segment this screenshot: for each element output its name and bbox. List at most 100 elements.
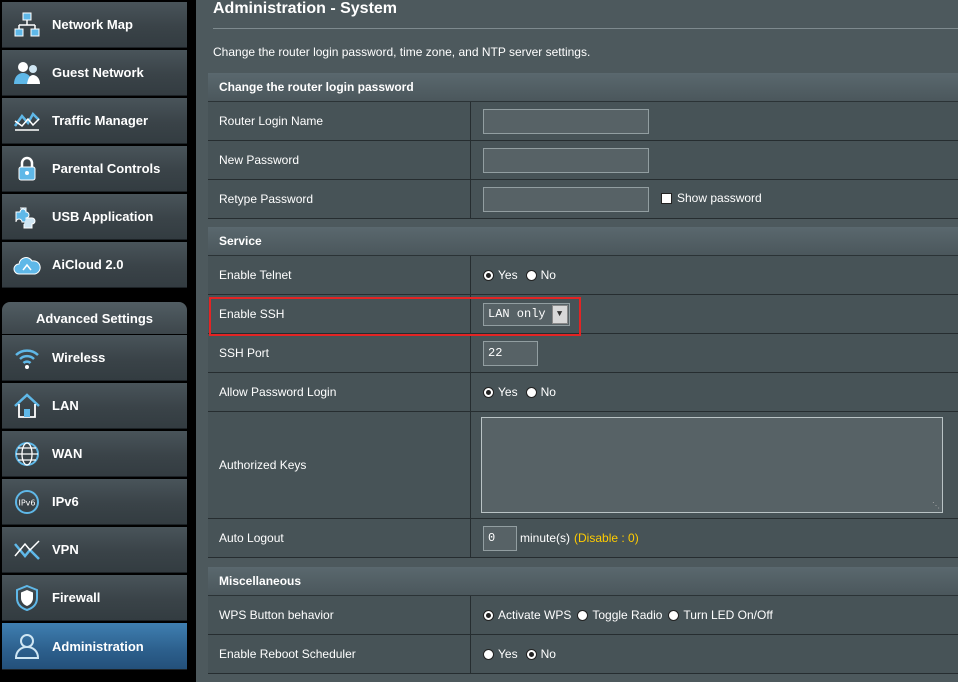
- reboot-scheduler-label: Enable Reboot Scheduler: [208, 635, 471, 673]
- auto-logout-hint: (Disable : 0): [574, 531, 639, 545]
- ssh-port-input[interactable]: 22: [483, 340, 538, 366]
- radio-label: Toggle Radio: [592, 608, 663, 622]
- nav-label: USB Application: [52, 209, 154, 224]
- nav-guest-network[interactable]: Guest Network: [2, 50, 187, 96]
- wps-label: WPS Button behavior: [208, 596, 471, 634]
- radio-label: Yes: [498, 268, 518, 282]
- radio-dot: [525, 648, 537, 660]
- telnet-no-radio[interactable]: No: [525, 268, 556, 282]
- radio-label: No: [540, 385, 556, 399]
- nav-label: WAN: [52, 446, 83, 461]
- title-divider: [213, 28, 958, 29]
- nav-aicloud[interactable]: AiCloud 2.0: [2, 242, 187, 288]
- wps-led-radio[interactable]: Turn LED On/Off: [668, 608, 773, 622]
- nav-label: Administration: [52, 638, 144, 654]
- nav-label: AiCloud 2.0: [52, 257, 124, 272]
- authorized-keys-textarea[interactable]: ⋱: [481, 417, 943, 513]
- wps-toggle-radio[interactable]: Toggle Radio: [577, 608, 662, 622]
- nav-label: Parental Controls: [52, 161, 161, 176]
- page-description: Change the router login password, time z…: [213, 45, 591, 59]
- auto-logout-label: Auto Logout: [208, 519, 471, 557]
- radio-label: Activate WPS: [498, 608, 572, 622]
- page-title: Administration - System: [213, 0, 398, 17]
- radio-label: Yes: [498, 647, 518, 661]
- network-map-icon: [2, 2, 52, 48]
- guest-network-icon: [2, 50, 52, 96]
- nav-ipv6[interactable]: IPv6 IPv6: [2, 479, 187, 525]
- password-login-yes-radio[interactable]: Yes: [483, 385, 518, 399]
- resize-grip-icon[interactable]: ⋱: [932, 501, 940, 510]
- retype-password-label: Retype Password: [208, 180, 471, 218]
- nav-vpn[interactable]: VPN: [2, 527, 187, 573]
- radio-label: Turn LED On/Off: [683, 608, 773, 622]
- section-header: Miscellaneous: [208, 567, 958, 596]
- nav-label: Network Map: [52, 17, 133, 32]
- radio-dot: [483, 386, 494, 398]
- nav-label: Guest Network: [52, 65, 144, 80]
- retype-password-input[interactable]: [483, 186, 649, 212]
- nav-administration[interactable]: Administration: [2, 623, 187, 670]
- traffic-manager-icon: [2, 98, 52, 144]
- radio-dot: [525, 386, 537, 398]
- radio-dot: [483, 269, 494, 281]
- show-password-label: Show password: [677, 191, 762, 205]
- advanced-settings-header: Advanced Settings: [2, 302, 187, 334]
- radio-dot: [577, 609, 589, 621]
- nav-label: VPN: [52, 542, 79, 557]
- radio-label: No: [540, 268, 556, 282]
- radio-label: No: [540, 647, 556, 661]
- nav-traffic-manager[interactable]: Traffic Manager: [2, 98, 187, 144]
- ssh-port-label: SSH Port: [208, 334, 471, 372]
- lan-icon: [2, 383, 52, 429]
- sidebar: Network Map Guest Network Traffic Manage…: [0, 0, 190, 682]
- show-password-checkbox[interactable]: [661, 192, 672, 204]
- nav-lan[interactable]: LAN: [2, 383, 187, 429]
- auto-logout-unit: minute(s): [520, 531, 571, 545]
- nav-label: IPv6: [52, 494, 79, 509]
- section-header: Service: [208, 227, 958, 256]
- nav-wan[interactable]: WAN: [2, 431, 187, 477]
- wan-icon: [2, 431, 52, 477]
- wps-activate-radio[interactable]: Activate WPS: [483, 608, 571, 622]
- wireless-icon: [2, 335, 52, 381]
- section-header: Change the router login password: [208, 73, 958, 102]
- nav-label: Traffic Manager: [52, 113, 149, 128]
- reboot-yes-radio[interactable]: Yes: [483, 647, 518, 661]
- svg-text:IPv6: IPv6: [18, 498, 35, 507]
- login-name-label: Router Login Name: [208, 102, 471, 140]
- new-password-input[interactable]: [483, 147, 649, 173]
- nav-label: Wireless: [52, 350, 106, 365]
- main-content: Administration - System Change the route…: [196, 0, 958, 682]
- auto-logout-input[interactable]: 0: [483, 525, 517, 551]
- nav-usb-application[interactable]: USB Application: [2, 194, 187, 240]
- authorized-keys-label: Authorized Keys: [208, 412, 471, 518]
- password-login-no-radio[interactable]: No: [525, 385, 556, 399]
- login-name-input[interactable]: [483, 108, 649, 134]
- login-section: Change the router login password Router …: [208, 73, 958, 219]
- radio-dot: [525, 269, 537, 281]
- new-password-label: New Password: [208, 141, 471, 179]
- reboot-no-radio[interactable]: No: [525, 647, 556, 661]
- telnet-yes-radio[interactable]: Yes: [483, 268, 518, 282]
- telnet-label: Enable Telnet: [208, 256, 471, 294]
- nav-parental-controls[interactable]: Parental Controls: [2, 146, 187, 192]
- nav-firewall[interactable]: Firewall: [2, 575, 187, 621]
- nav-label: LAN: [52, 398, 79, 413]
- aicloud-icon: [2, 242, 52, 288]
- administration-icon: [2, 623, 52, 669]
- nav-label: Firewall: [52, 590, 101, 605]
- misc-section: Miscellaneous WPS Button behavior Activa…: [208, 567, 958, 674]
- radio-dot: [668, 609, 680, 621]
- nav-network-map[interactable]: Network Map: [2, 2, 187, 48]
- service-section: Service Enable Telnet Yes No Enable SSH …: [208, 227, 958, 558]
- nav-wireless[interactable]: Wireless: [2, 335, 187, 381]
- ipv6-icon: IPv6: [2, 479, 52, 525]
- radio-dot: [483, 609, 494, 621]
- firewall-icon: [2, 575, 52, 621]
- ssh-highlight-box: [209, 297, 581, 336]
- parental-controls-icon: [2, 146, 52, 192]
- usb-application-icon: [2, 194, 52, 240]
- radio-label: Yes: [498, 385, 518, 399]
- password-login-label: Allow Password Login: [208, 373, 471, 411]
- radio-dot: [483, 648, 494, 660]
